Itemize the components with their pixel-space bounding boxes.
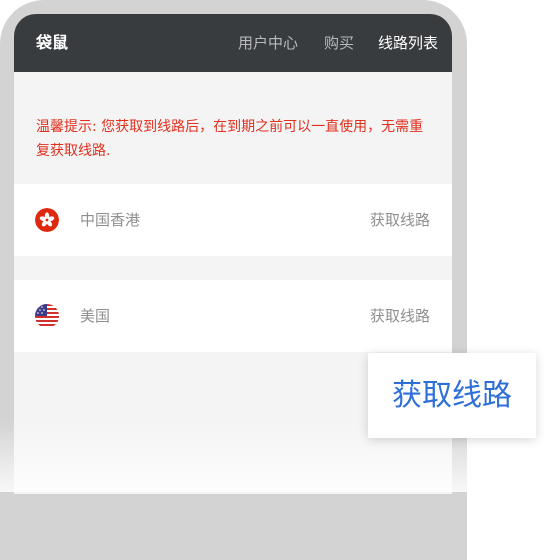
route-row-hong-kong[interactable]: 中国香港 获取线路 (14, 184, 452, 256)
callout-label: 获取线路 (392, 378, 512, 413)
nav-user-center[interactable]: 用户中心 (238, 14, 298, 72)
route-region-label: 美国 (80, 307, 111, 325)
get-route-link[interactable]: 获取线路 (370, 184, 430, 256)
nav-route-list[interactable]: 线路列表 (378, 14, 438, 72)
us-flag-icon (35, 304, 59, 328)
get-route-link[interactable]: 获取线路 (370, 280, 430, 352)
route-row-us[interactable]: 美国 获取线路 (14, 280, 452, 352)
nav-buy[interactable]: 购买 (324, 14, 354, 72)
top-navbar: 袋鼠 用户中心 购买 线路列表 (14, 14, 452, 72)
get-route-callout[interactable]: 获取线路 (368, 353, 536, 438)
notice-text: 温馨提示: 您获取到线路后，在到期之前可以一直使用，无需重复获取线路. (36, 119, 424, 159)
brand-logo[interactable]: 袋鼠 (36, 14, 68, 72)
hong-kong-flag-icon (35, 208, 59, 232)
route-region-label: 中国香港 (80, 211, 141, 229)
